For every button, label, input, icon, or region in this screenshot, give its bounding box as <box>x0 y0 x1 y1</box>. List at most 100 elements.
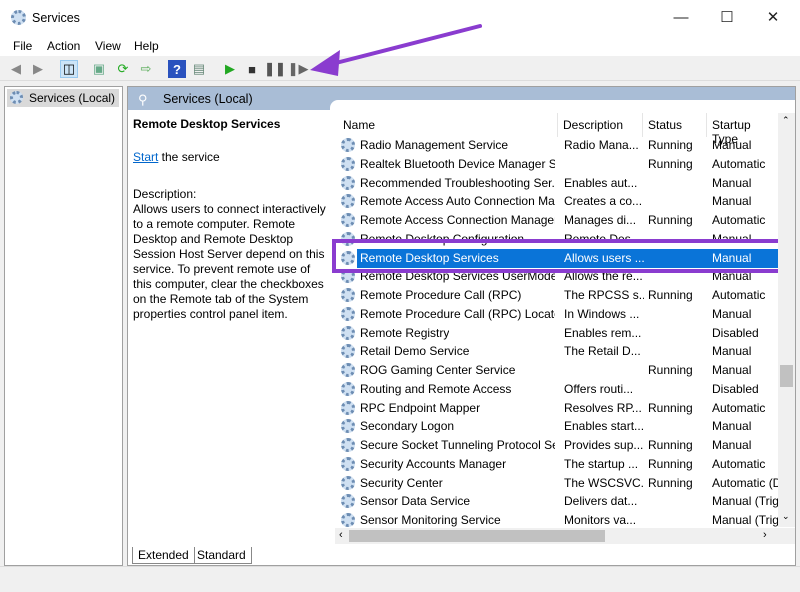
service-row[interactable]: Remote Access Auto Connection Ma... Creat… <box>335 192 778 211</box>
vertical-scrollbar[interactable]: ⌃ ⌄ <box>778 113 795 527</box>
service-row[interactable]: Sensor Monitoring Service Monitors va... M… <box>335 511 778 527</box>
service-row[interactable]: Radio Management Service Radio Mana... Run… <box>335 136 778 155</box>
service-gear-icon <box>341 400 355 415</box>
service-status: Running <box>648 438 693 452</box>
pause-icon[interactable]: ❚❚ <box>264 60 286 78</box>
services-list: Name Description Status Startup Type Rad… <box>335 113 778 527</box>
scroll-left-icon[interactable]: ‹ <box>339 529 343 541</box>
service-gear-icon <box>341 175 355 190</box>
service-status: Running <box>648 456 693 471</box>
service-row[interactable]: Sensor Data Service Delivers dat... Manual… <box>335 492 778 511</box>
service-name: Recommended Troubleshooting Ser... <box>360 175 555 190</box>
service-row[interactable]: Security Center The WSCSVC... Running Autom… <box>335 474 778 493</box>
service-startup-type: Manual <box>712 344 752 359</box>
service-row[interactable]: Remote Procedure Call (RPC) The RPCSS s..… <box>335 286 778 305</box>
service-row[interactable]: Secure Socket Tunneling Protocol Se... Pr… <box>335 436 778 455</box>
service-startup-type: Disabled <box>712 381 759 396</box>
service-name: Remote Procedure Call (RPC) <box>360 288 522 302</box>
service-startup-type: Manual <box>712 419 752 434</box>
description-pane: Remote Desktop Services Start the servic… <box>133 117 331 322</box>
scroll-right-icon[interactable]: › <box>763 529 767 541</box>
service-startup-type: Manual <box>712 175 752 190</box>
horizontal-scrollbar[interactable]: ‹ › <box>335 528 795 544</box>
service-row[interactable]: Remote Access Connection Manager Manages … <box>335 211 778 230</box>
service-gear-icon <box>341 438 355 452</box>
service-row[interactable]: Secondary Logon Enables start... Manual <box>335 417 778 436</box>
service-startup-type: Automatic <box>712 400 766 415</box>
menu-action[interactable]: Action <box>47 39 80 53</box>
column-header-status[interactable]: Status <box>648 118 682 138</box>
service-description: The startup ... <box>564 456 639 471</box>
tab-standard[interactable]: Standard <box>192 547 252 564</box>
service-row[interactable]: ROG Gaming Center Service Running Manual <box>335 361 778 380</box>
service-gear-icon <box>341 381 355 396</box>
window-title: Services <box>32 11 80 25</box>
search-icon: ⚲ <box>138 92 148 107</box>
service-gear-icon <box>341 138 355 152</box>
scroll-up-icon[interactable]: ⌃ <box>782 115 790 126</box>
service-name: Security Center <box>360 475 443 490</box>
service-description: Delivers dat... <box>564 494 638 509</box>
minimize-button[interactable]: — <box>658 6 704 30</box>
back-icon[interactable]: ◀ <box>7 60 25 78</box>
menu-file[interactable]: File <box>13 39 32 53</box>
service-description: Offers routi... <box>564 381 634 396</box>
service-row[interactable]: Routing and Remote Access Offers routi...… <box>335 380 778 399</box>
service-description: Provides sup... <box>564 438 644 452</box>
export-icon[interactable]: ⇨ <box>137 60 155 78</box>
column-header-description[interactable]: Description <box>563 118 623 138</box>
service-status: Running <box>648 288 693 302</box>
vertical-scroll-thumb[interactable] <box>780 365 793 387</box>
service-name: Routing and Remote Access <box>360 381 512 396</box>
service-startup-type: Disabled <box>712 325 759 340</box>
service-row[interactable]: RPC Endpoint Mapper Resolves RP... Running… <box>335 399 778 418</box>
service-name: Remote Registry <box>360 325 450 340</box>
forward-icon[interactable]: ▶ <box>29 60 47 78</box>
stop-icon[interactable]: ■ <box>243 60 261 78</box>
service-row[interactable]: Remote Registry Enables rem... Disabled <box>335 324 778 343</box>
menu-help[interactable]: Help <box>134 39 159 53</box>
service-row[interactable]: Recommended Troubleshooting Ser... Enable… <box>335 174 778 193</box>
service-startup-type: Manual (Trig <box>712 513 778 527</box>
service-description: Radio Mana... <box>564 138 639 152</box>
service-status: Running <box>648 138 693 152</box>
service-startup-type: Automatic <box>712 456 766 471</box>
service-name: Sensor Data Service <box>360 494 471 509</box>
scroll-down-icon[interactable]: ⌄ <box>782 511 790 522</box>
tree-item-label: Services (Local) <box>29 91 116 105</box>
help-icon[interactable]: ? <box>168 60 186 78</box>
horizontal-scroll-thumb[interactable] <box>349 530 605 542</box>
service-name: Secondary Logon <box>360 419 455 434</box>
tree-item-services-local[interactable]: Services (Local) <box>7 89 119 107</box>
column-header-name[interactable]: Name <box>343 118 375 138</box>
menu-view[interactable]: View <box>95 39 121 53</box>
list-corner <box>330 100 795 114</box>
refresh-icon[interactable]: ⟳ <box>114 60 132 78</box>
service-description: Creates a co... <box>564 194 643 209</box>
properties-icon[interactable]: ▣ <box>90 60 108 78</box>
console-icon[interactable]: ▤ <box>190 60 208 78</box>
service-name: Security Accounts Manager <box>360 456 507 471</box>
status-bar <box>0 566 800 592</box>
service-description: The Retail D... <box>564 344 641 359</box>
services-gear-icon <box>11 10 26 25</box>
service-gear-icon <box>341 325 355 340</box>
close-button[interactable]: ✕ <box>750 6 796 30</box>
service-row[interactable]: Security Accounts Manager The startup ...… <box>335 455 778 474</box>
start-service-link[interactable]: Start <box>133 150 158 164</box>
service-gear-icon <box>341 213 355 227</box>
service-name: Realtek Bluetooth Device Manager S... <box>360 156 555 171</box>
service-status: Running <box>648 363 693 377</box>
service-row[interactable]: Retail Demo Service The Retail D... Manual <box>335 342 778 361</box>
service-row[interactable]: Remote Procedure Call (RPC) Locator In Wi… <box>335 305 778 324</box>
start-icon[interactable]: ▶ <box>221 60 239 78</box>
service-description: Manages di... <box>564 213 637 227</box>
column-header-startup-type[interactable]: Startup Type <box>712 118 778 146</box>
show-hide-tree-icon[interactable]: ◫ <box>60 60 78 78</box>
tab-extended[interactable]: Extended <box>132 547 195 564</box>
service-row[interactable]: Realtek Bluetooth Device Manager S... Run… <box>335 155 778 174</box>
maximize-button[interactable]: ☐ <box>704 6 750 30</box>
service-name: ROG Gaming Center Service <box>360 363 516 377</box>
service-gear-icon <box>341 156 355 171</box>
service-startup-type: Manual <box>712 138 752 152</box>
